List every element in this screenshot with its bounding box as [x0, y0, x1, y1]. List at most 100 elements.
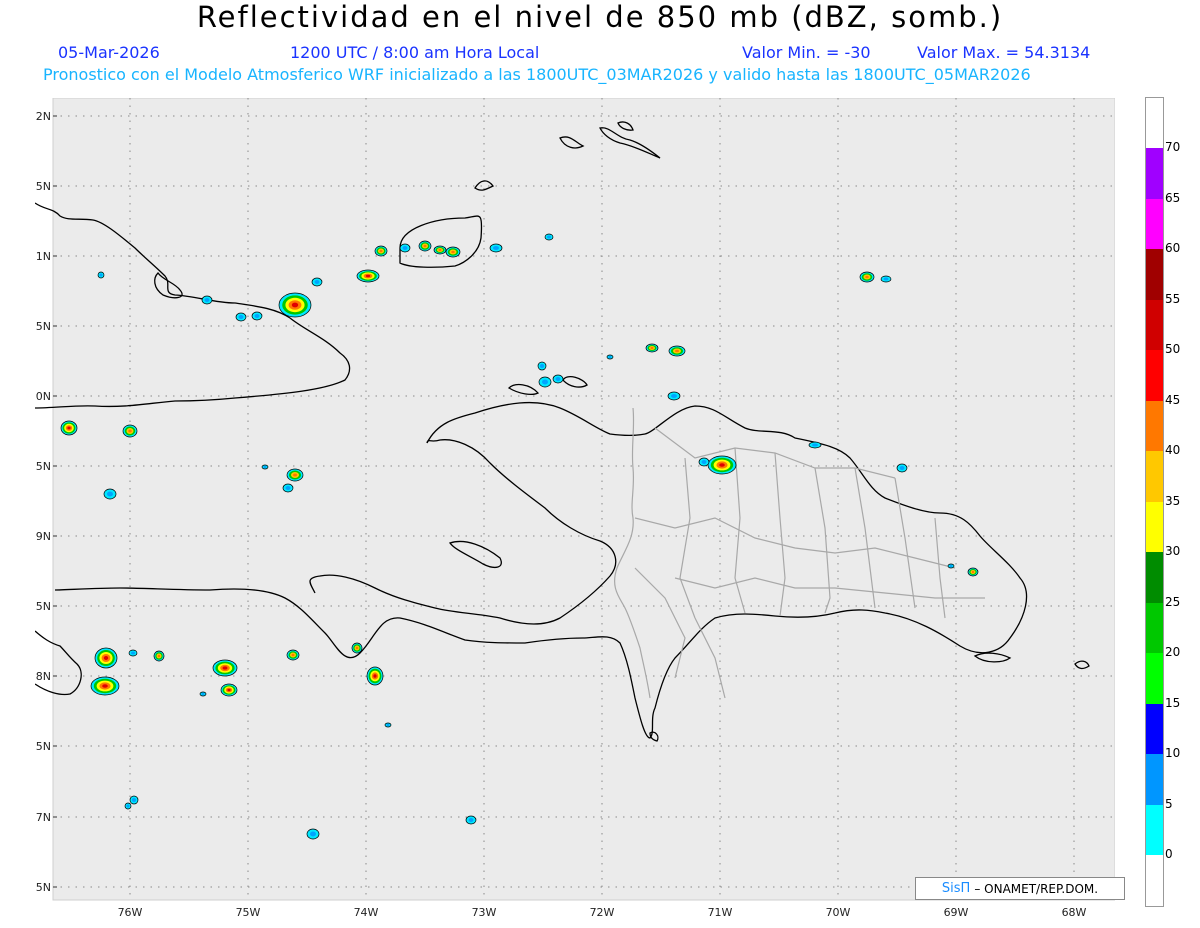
color-swatch	[1146, 299, 1163, 350]
color-swatch	[1146, 350, 1163, 401]
min-value-label: Valor Min. = -30	[742, 43, 871, 62]
date-label: 05-Mar-2026	[58, 43, 160, 62]
color-swatch	[1146, 148, 1163, 199]
reflectivity-cell	[212, 659, 238, 677]
lon-tick-label: 70W	[826, 906, 851, 919]
reflectivity-cell	[306, 828, 320, 840]
lon-tick-label: 69W	[944, 906, 969, 919]
color-swatch	[1146, 653, 1163, 704]
color-swatch	[1146, 804, 1163, 855]
map-canvas: 22N 21.5N 21N 20.5N 20N 19.5N 19N 18.5N 18N 17.5N…	[35, 98, 1115, 919]
reflectivity-cell	[947, 563, 955, 569]
lon-tick-label: 75W	[236, 906, 261, 919]
color-scale-label: 45	[1165, 392, 1181, 407]
reflectivity-cell	[445, 246, 461, 258]
reflectivity-cell	[880, 275, 892, 283]
reflectivity-cell	[199, 691, 207, 697]
color-scale-label: 20	[1165, 645, 1181, 659]
reflectivity-cell	[418, 240, 432, 252]
reflectivity-cell	[103, 488, 117, 500]
lat-tick-label: 19N	[35, 530, 51, 543]
reflectivity-cell	[366, 666, 384, 686]
lon-tick-label: 76W	[118, 906, 143, 919]
color-swatch	[1146, 249, 1163, 300]
reflectivity-cell	[967, 567, 979, 577]
color-scale-label: 70	[1165, 140, 1181, 154]
color-scale-label: 50	[1165, 342, 1181, 356]
lon-tick-label: 73W	[472, 906, 497, 919]
reflectivity-cell	[220, 683, 238, 697]
reflectivity-cell	[384, 722, 392, 728]
reflectivity-cell	[128, 649, 138, 657]
reflectivity-cell	[282, 483, 294, 493]
color-scale-label: 10	[1165, 746, 1181, 760]
reflectivity-cell	[668, 345, 686, 357]
reflectivity-cell	[235, 312, 247, 322]
lat-tick-label: 19.5N	[35, 460, 51, 473]
lat-tick-label: 16.5N	[35, 881, 51, 894]
lat-tick-label: 21.5N	[35, 180, 51, 193]
lat-tick-label: 20N	[35, 390, 51, 403]
brand-logo: SisΠ	[941, 881, 971, 896]
reflectivity-cell	[707, 455, 737, 475]
reflectivity-cell	[129, 795, 139, 805]
reflectivity-cell	[667, 391, 681, 401]
reflectivity-cell	[698, 457, 710, 467]
color-scale-label: 25	[1165, 594, 1181, 609]
lon-tick-label: 71W	[708, 906, 733, 919]
color-swatch	[1146, 400, 1163, 451]
reflectivity-cell	[286, 649, 300, 661]
color-scale-label: 30	[1165, 544, 1181, 558]
color-swatch	[1146, 198, 1163, 249]
reflectivity-cell	[859, 271, 875, 283]
lat-tick-label: 22N	[35, 110, 51, 123]
color-scale-label: 60	[1165, 241, 1181, 255]
color-scale-label: 55	[1165, 291, 1181, 306]
reflectivity-cell	[94, 647, 118, 669]
max-value-label: Valor Max. = 54.3134	[917, 43, 1091, 62]
reflectivity-cell	[374, 245, 388, 257]
reflectivity-cell	[60, 420, 78, 436]
reflectivity-cell	[538, 376, 552, 388]
lon-tick-label: 68W	[1062, 906, 1087, 919]
reflectivity-cell	[261, 464, 269, 470]
reflectivity-cell	[153, 650, 165, 662]
lat-tick-label: 17N	[35, 811, 51, 824]
lat-tick-label: 17.5N	[35, 740, 51, 753]
color-swatch	[1146, 552, 1163, 603]
reflectivity-cell	[465, 815, 477, 825]
color-scale-label: 65	[1165, 190, 1181, 205]
reflectivity-cell	[537, 361, 547, 371]
reflectivity-cell	[351, 642, 363, 654]
reflectivity-cell	[552, 374, 564, 384]
color-scale-label: 40	[1165, 443, 1181, 457]
color-swatch	[1146, 501, 1163, 552]
lat-tick-label: 18.5N	[35, 600, 51, 613]
map-panel: 22N 21.5N 21N 20.5N 20N 19.5N 19N 18.5N 18N 17.5N…	[35, 98, 1115, 919]
reflectivity-cell	[251, 311, 263, 321]
credit-text: – ONAMET/REP.DOM.	[974, 881, 1099, 896]
forecast-info: Pronostico con el Modelo Atmosferico WRF…	[43, 65, 1031, 84]
color-scale-label: 5	[1165, 796, 1173, 811]
color-scale-label: 15	[1165, 695, 1181, 710]
lon-tick-label: 72W	[590, 906, 615, 919]
color-swatch	[1146, 703, 1163, 754]
lat-tick-label: 21N	[35, 250, 51, 263]
lon-tick-label: 74W	[354, 906, 379, 919]
color-swatch	[1146, 754, 1163, 805]
chart-title: Reflectividad en el nivel de 850 mb (dBZ…	[196, 0, 1004, 34]
color-scale-label: 0	[1165, 847, 1173, 861]
time-label: 1200 UTC / 8:00 am Hora Local	[290, 43, 540, 62]
color-scale	[1145, 97, 1164, 907]
lat-tick-label: 18N	[35, 670, 51, 683]
lat-tick-label: 20.5N	[35, 320, 51, 333]
reflectivity-cell	[808, 441, 822, 449]
reflectivity-cell	[122, 424, 138, 438]
reflectivity-cell	[124, 802, 132, 810]
reflectivity-cell	[201, 295, 213, 305]
reflectivity-cell	[489, 243, 503, 253]
reflectivity-cell	[645, 343, 659, 353]
reflectivity-cell	[90, 676, 120, 696]
reflectivity-cell	[433, 245, 447, 255]
reflectivity-cell	[606, 354, 614, 360]
